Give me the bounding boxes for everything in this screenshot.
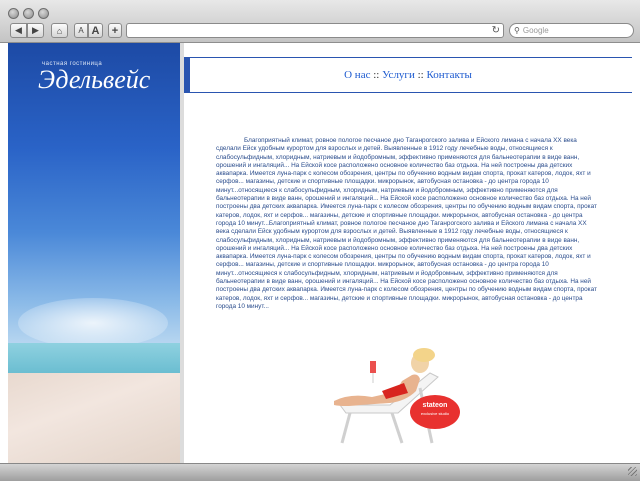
forward-button[interactable]: ▶ <box>27 23 44 38</box>
back-arrow-icon: ◀ <box>15 25 22 35</box>
search-placeholder: Google <box>522 26 549 35</box>
nav-separator: :: <box>417 69 424 81</box>
nav-link-contacts[interactable]: Контакты <box>426 69 471 81</box>
article-text: Благоприятный климат, ровное пологое пес… <box>216 137 597 310</box>
beach-graphic <box>8 373 180 463</box>
minimize-window-icon[interactable] <box>23 8 34 19</box>
forward-arrow-icon: ▶ <box>32 25 39 35</box>
badge-title: stateon <box>422 402 448 409</box>
page-viewport: частная гостиница Эдельвейс О нас :: Усл… <box>8 43 632 463</box>
text-larger-icon: A <box>91 24 100 37</box>
close-window-icon[interactable] <box>8 8 19 19</box>
brand-badge: stateon exclusive studio <box>410 395 460 429</box>
woman-on-lounger-image <box>334 348 439 444</box>
browser-window: ◀ ▶ ⌂ A A + ↻ ⚲ Google частная гостиница… <box>0 0 640 481</box>
add-bookmark-button[interactable]: + <box>108 23 122 38</box>
back-button[interactable]: ◀ <box>10 23 27 38</box>
sidebar-banner: частная гостиница Эдельвейс <box>8 43 180 463</box>
cloud-graphic <box>18 298 168 348</box>
search-field[interactable]: ⚲ Google <box>509 23 634 38</box>
plus-icon: + <box>111 24 119 37</box>
home-button[interactable]: ⌂ <box>51 23 68 38</box>
main-content: О нас :: Услуги :: Контакты Благоприятны… <box>184 43 632 463</box>
badge-subtitle: exclusive studio <box>420 411 450 416</box>
main-nav: О нас :: Услуги :: Контакты <box>184 69 632 81</box>
drink-glass <box>370 361 376 383</box>
text-larger-button[interactable]: A <box>88 23 103 38</box>
reload-icon[interactable]: ↻ <box>492 24 500 37</box>
address-bar[interactable]: ↻ <box>126 23 504 38</box>
resize-grip-icon[interactable] <box>628 467 637 476</box>
nav-link-about[interactable]: О нас <box>344 69 370 81</box>
browser-toolbar: ◀ ▶ ⌂ A A + ↻ ⚲ Google <box>0 0 640 43</box>
text-smaller-icon: A <box>78 26 84 35</box>
home-icon: ⌂ <box>56 25 63 36</box>
status-bar <box>0 463 640 481</box>
text-smaller-button[interactable]: A <box>74 23 88 38</box>
logo-title[interactable]: Эдельвейс <box>38 65 150 95</box>
nav-link-services[interactable]: Услуги <box>382 69 415 81</box>
nav-separator: :: <box>373 69 380 81</box>
search-icon: ⚲ <box>514 26 520 35</box>
zoom-window-icon[interactable] <box>38 8 49 19</box>
